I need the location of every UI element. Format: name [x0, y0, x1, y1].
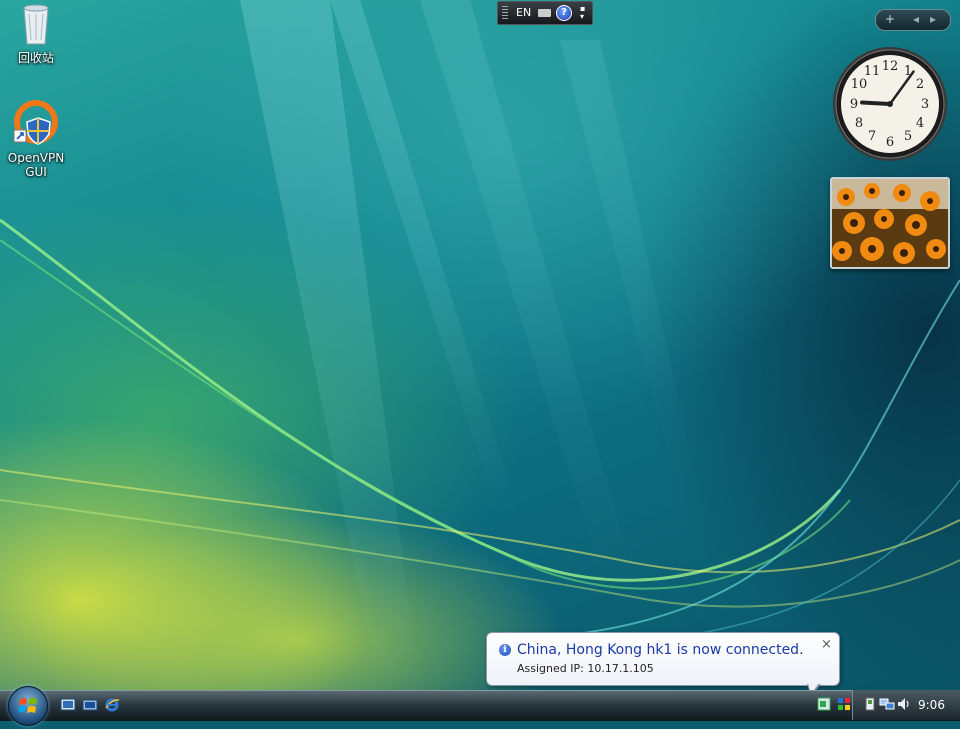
grip-handle[interactable] [502, 6, 508, 20]
svg-text:10: 10 [851, 77, 868, 92]
volume-icon[interactable] [896, 696, 912, 712]
svg-text:3: 3 [921, 97, 929, 112]
desktop-icon-label: 回收站 [17, 51, 54, 65]
network-connections-icon[interactable] [879, 696, 895, 712]
add-gadget-button[interactable]: + [885, 12, 895, 26]
desktop-icon-label: OpenVPN GUI [7, 151, 65, 179]
svg-text:5: 5 [904, 129, 912, 144]
windows-logo-icon [18, 698, 37, 713]
language-indicator[interactable]: EN [516, 6, 531, 19]
show-desktop-icon[interactable] [60, 697, 76, 713]
recycle-bin-icon [23, 4, 49, 45]
clock-gadget[interactable]: 12 12 345 678 91011 [831, 45, 949, 163]
notification-title: China, Hong Kong hk1 is now connected. [517, 642, 804, 658]
start-button[interactable] [8, 686, 48, 726]
svg-text:9: 9 [850, 97, 858, 112]
svg-text:4: 4 [916, 116, 924, 131]
svg-text:11: 11 [864, 64, 881, 79]
switch-windows-icon[interactable] [82, 697, 98, 713]
openvpn-tray-icon[interactable] [816, 696, 832, 712]
options-arrow-icon[interactable]: ▪ ▾ [580, 5, 585, 21]
safely-remove-icon[interactable] [862, 696, 878, 712]
network-icon[interactable] [836, 696, 852, 712]
taskbar-clock[interactable]: 9:06 [918, 698, 945, 712]
help-icon[interactable]: ? [556, 5, 572, 21]
next-page-button[interactable]: ▸ [930, 12, 936, 26]
slideshow-gadget[interactable] [830, 177, 950, 269]
desktop[interactable]: 回收站 OpenVPN GUI [0, 0, 960, 690]
notification-balloon[interactable]: i China, Hong Kong hk1 is now connected.… [486, 632, 840, 696]
svg-text:7: 7 [868, 129, 876, 144]
clock-hour-hand [860, 100, 892, 106]
close-icon[interactable]: × [821, 637, 832, 652]
language-bar[interactable]: EN ? ▪ ▾ [497, 1, 593, 25]
internet-explorer-icon[interactable] [104, 697, 120, 713]
info-icon: i [499, 644, 511, 656]
openvpn-icon [13, 100, 58, 145]
wallpaper [0, 0, 960, 690]
keyboard-icon[interactable] [538, 9, 551, 17]
svg-text:6: 6 [886, 135, 894, 150]
desktop-icon-openvpn-gui[interactable]: OpenVPN GUI [1, 100, 71, 179]
sidebar-controls: + ◂ ▸ [875, 9, 951, 31]
notification-body: Assigned IP: 10.17.1.105 [517, 662, 654, 675]
svg-text:12: 12 [882, 59, 899, 74]
flower-photo [832, 179, 948, 267]
svg-text:8: 8 [855, 116, 863, 131]
svg-text:2: 2 [916, 77, 924, 92]
desktop-icon-recycle-bin[interactable]: 回收站 [1, 2, 71, 66]
previous-page-button[interactable]: ◂ [913, 12, 919, 26]
